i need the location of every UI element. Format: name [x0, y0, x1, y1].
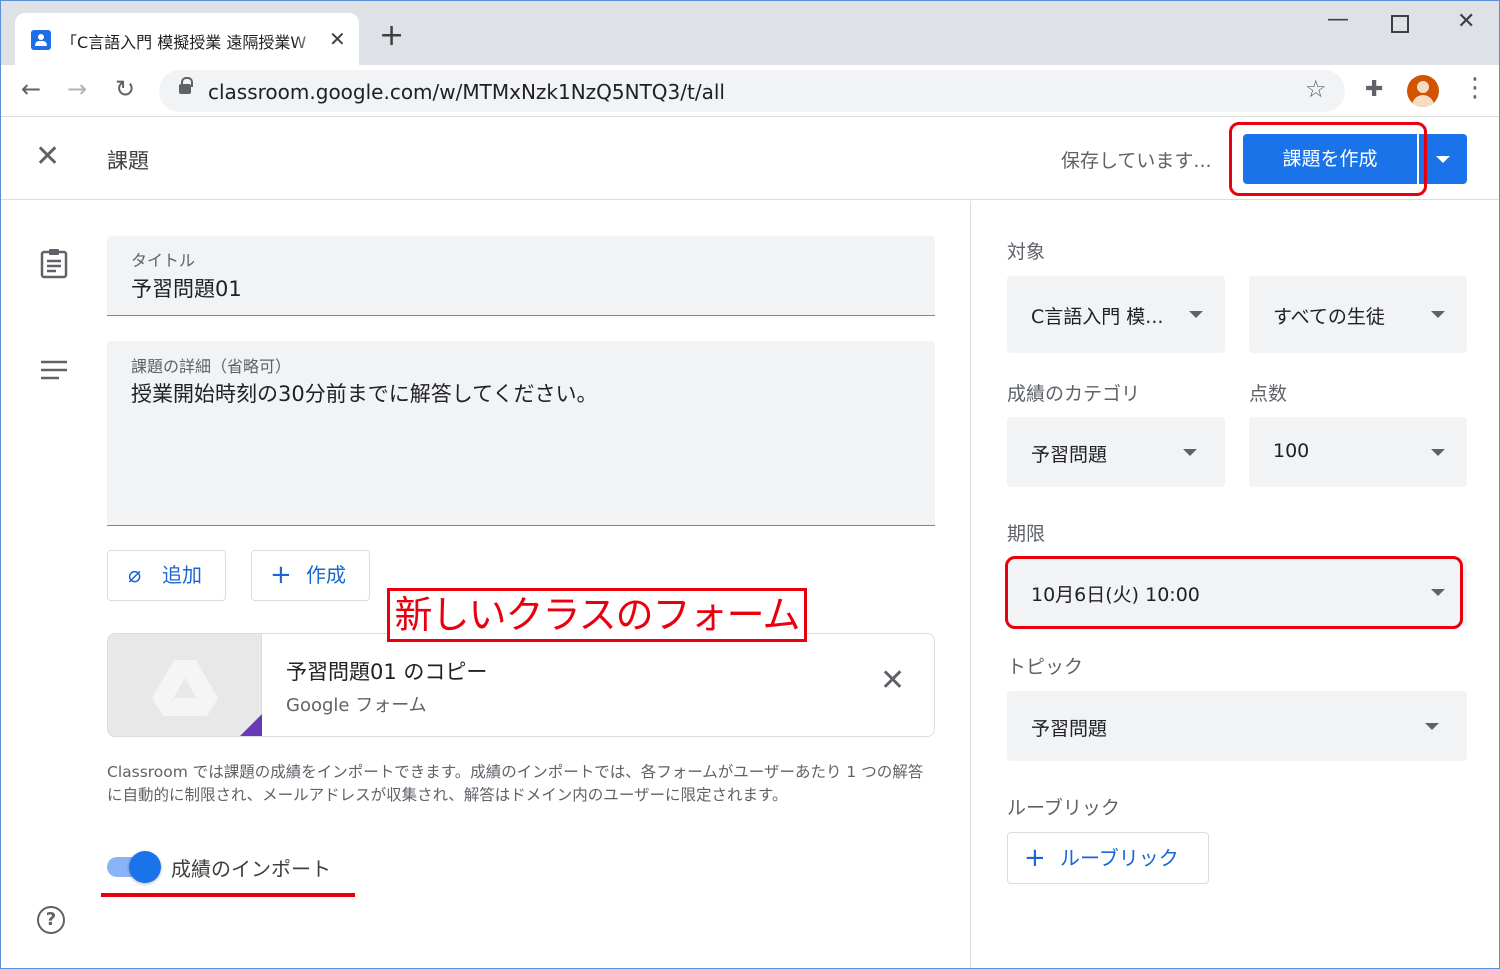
reload-icon[interactable]: ↻: [115, 75, 135, 103]
back-arrow-icon[interactable]: ←: [21, 75, 41, 103]
maximize-icon[interactable]: [1391, 15, 1409, 33]
dropdown-arrow-icon: [1183, 449, 1197, 456]
add-rubric-button[interactable]: + ルーブリック: [1007, 832, 1209, 884]
dropdown-arrow-icon: [1431, 311, 1445, 318]
panel-divider: [970, 201, 971, 968]
profile-avatar[interactable]: [1407, 75, 1439, 107]
tab-bar: 「C言語入門 模擬授業 遠隔授業W ✕ + — ✕: [1, 1, 1499, 65]
points-value: 100: [1273, 440, 1310, 462]
help-icon[interactable]: ?: [37, 906, 65, 934]
grade-category-value: 予習問題: [1031, 444, 1108, 466]
saving-status: 保存しています...: [1061, 150, 1212, 172]
students-select-value: すべての生徒: [1273, 306, 1385, 328]
topic-value: 予習問題: [1031, 718, 1108, 740]
new-tab-icon[interactable]: +: [379, 21, 404, 51]
extensions-puzzle-icon[interactable]: ✚: [1365, 77, 1383, 102]
plus-icon: +: [270, 560, 292, 590]
add-attachment-button[interactable]: ⌀ 追加: [107, 550, 226, 601]
grade-import-toggle-knob[interactable]: [129, 851, 161, 883]
details-field-value[interactable]: 授業開始時刻の30分前までに解答してください。: [131, 378, 597, 408]
due-label: 期限: [1007, 523, 1046, 545]
browser-window: 「C言語入門 模擬授業 遠隔授業W ✕ + — ✕ ← → ↻ classroo…: [0, 0, 1500, 969]
classroom-favicon-icon: [31, 30, 51, 50]
class-select[interactable]: C言語入門 模...: [1007, 276, 1225, 353]
tab-close-icon[interactable]: ✕: [329, 27, 346, 51]
bookmark-star-icon[interactable]: ☆: [1305, 75, 1327, 103]
dropdown-arrow-icon: [1425, 723, 1439, 730]
browser-menu-icon[interactable]: ⋮: [1462, 73, 1488, 103]
title-field-value[interactable]: 予習問題01: [131, 273, 242, 303]
points-select[interactable]: 100: [1249, 417, 1467, 487]
title-field-label: タイトル: [131, 251, 196, 270]
highlight-underline: [101, 893, 355, 897]
tab-title: 「C言語入門 模擬授業 遠隔授業W: [61, 29, 323, 53]
dropdown-arrow-icon: [1189, 311, 1203, 318]
details-field-label: 課題の詳細（省略可）: [131, 357, 292, 376]
points-label: 点数: [1249, 383, 1288, 405]
plus-icon: +: [1024, 843, 1046, 873]
create-attachment-button[interactable]: + 作成: [251, 550, 370, 601]
topic-select[interactable]: 予習問題: [1007, 691, 1467, 761]
browser-toolbar: ← → ↻ classroom.google.com/w/MTMxNzk1NzQ…: [1, 65, 1499, 117]
page-title: 課題: [107, 149, 149, 173]
url-text[interactable]: classroom.google.com/w/MTMxNzk1NzQ5NTQ3/…: [208, 80, 725, 104]
forms-corner-badge: [238, 714, 262, 736]
grade-import-notice: Classroom では課題の成績をインポートできます。成績のインポートでは、各…: [107, 763, 924, 804]
dropdown-arrow-icon: [1431, 449, 1445, 456]
topic-label: トピック: [1007, 656, 1084, 678]
description-lines-icon: [41, 360, 67, 380]
grade-category-label: 成績のカテゴリ: [1007, 383, 1141, 405]
attachment-card[interactable]: 予習問題01 のコピー Google フォーム ✕: [107, 633, 935, 737]
target-label: 対象: [1007, 241, 1046, 263]
forward-arrow-icon[interactable]: →: [67, 75, 87, 103]
remove-attachment-icon[interactable]: ✕: [880, 666, 905, 696]
lock-icon: [179, 77, 193, 94]
annotation-callout: 新しいクラスのフォーム: [387, 588, 807, 642]
paperclip-icon: ⌀: [128, 563, 142, 588]
assignment-header: ✕ 課題 保存しています... 課題を作成: [1, 118, 1499, 200]
attachment-type: Google フォーム: [286, 695, 427, 716]
details-field[interactable]: 課題の詳細（省略可） 授業開始時刻の30分前までに解答してください。: [107, 341, 935, 526]
rubric-label: ルーブリック: [1007, 797, 1120, 819]
add-button-label: 追加: [162, 563, 202, 587]
attachment-thumbnail: [108, 634, 262, 736]
students-select[interactable]: すべての生徒: [1249, 276, 1467, 353]
address-bar[interactable]: classroom.google.com/w/MTMxNzk1NzQ5NTQ3/…: [159, 70, 1345, 112]
drive-logo-icon: [152, 660, 218, 716]
close-icon[interactable]: ✕: [35, 142, 60, 172]
highlight-box-due-date: [1005, 556, 1463, 629]
create-button-label: 作成: [306, 563, 346, 587]
grade-category-select[interactable]: 予習問題: [1007, 417, 1225, 487]
minimize-icon[interactable]: —: [1327, 7, 1349, 32]
title-field[interactable]: タイトル 予習問題01: [107, 236, 935, 316]
class-select-value: C言語入門 模...: [1031, 306, 1164, 328]
browser-tab[interactable]: 「C言語入門 模擬授業 遠隔授業W ✕: [15, 13, 359, 65]
window-close-icon[interactable]: ✕: [1457, 9, 1475, 34]
highlight-box-create-button: [1229, 122, 1427, 196]
attachment-title[interactable]: 予習問題01 のコピー: [286, 656, 487, 686]
rubric-button-label: ルーブリック: [1060, 846, 1179, 870]
assignment-clipboard-icon: [40, 249, 68, 279]
grade-import-label: 成績のインポート: [171, 857, 331, 881]
